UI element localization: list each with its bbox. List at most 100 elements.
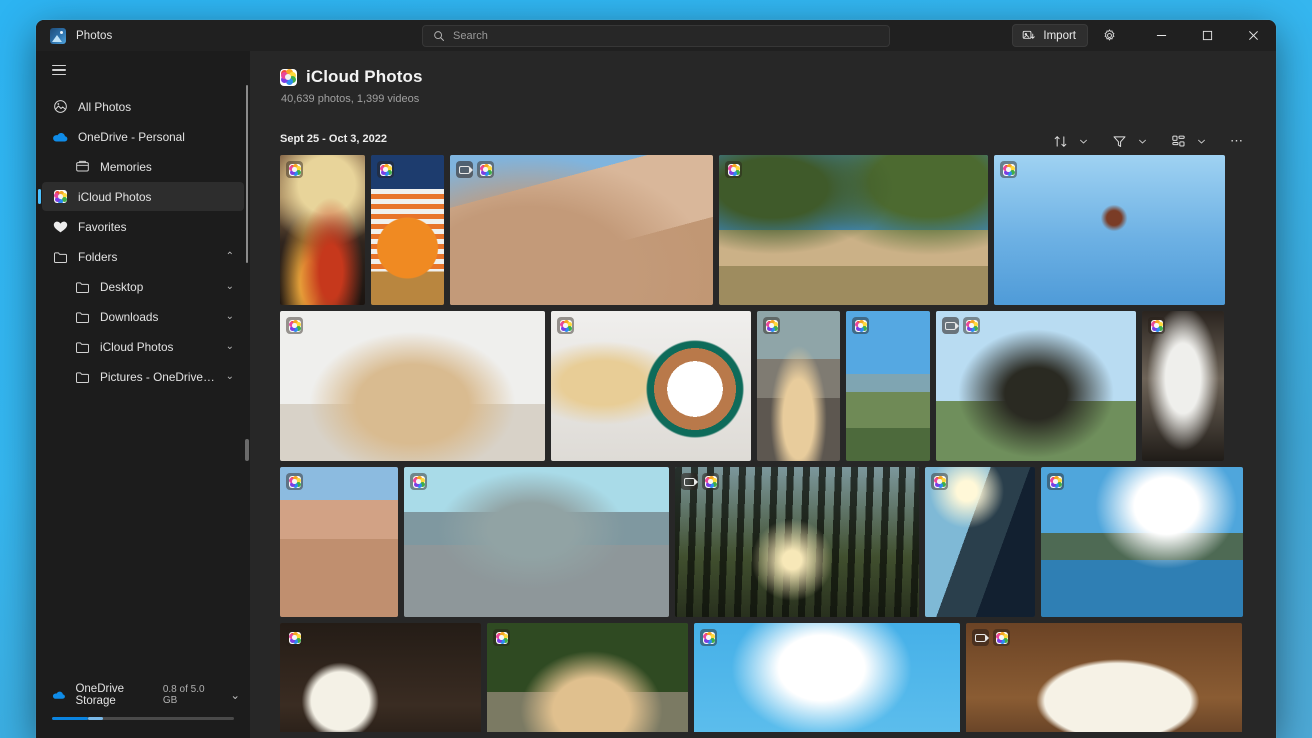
close-button[interactable]	[1230, 20, 1276, 51]
photo-joshua-tree-rocks[interactable]	[450, 155, 713, 305]
photo-food-skillet[interactable]	[280, 155, 365, 305]
sidebar-item-pictures-onedrive-personal[interactable]: Pictures - OneDrive Personal ⌄	[42, 362, 244, 391]
settings-button[interactable]	[1094, 23, 1124, 48]
storage-amount: 0.8 of 5.0 GB	[163, 684, 213, 706]
icloud-photos-icon	[1151, 320, 1163, 332]
view-layout-button[interactable]	[1165, 129, 1191, 153]
storage-progress-fill-secondary	[88, 717, 103, 720]
icloud-photos-icon	[1050, 476, 1062, 488]
chevron-down-icon[interactable]: ⌄	[226, 341, 234, 352]
photo-thumbnail	[719, 155, 988, 305]
sidebar-item-label: iCloud Photos	[100, 340, 173, 354]
icloud-photos-icon	[289, 320, 301, 332]
photo-badges	[725, 161, 742, 178]
import-button[interactable]: Import	[1012, 24, 1088, 47]
video-badge	[942, 317, 959, 334]
sidebar-item-label: OneDrive - Personal	[78, 130, 185, 144]
storage-row[interactable]: OneDrive Storage 0.8 of 5.0 GB ⌄	[36, 682, 250, 708]
all-photos-icon	[52, 99, 68, 115]
video-badge	[681, 473, 698, 490]
page-title: iCloud Photos	[306, 67, 423, 87]
sidebar-item-icloud-photos[interactable]: iCloud Photos	[42, 182, 244, 211]
search-placeholder: Search	[453, 30, 488, 42]
sidebar-item-favorites[interactable]: Favorites	[42, 212, 244, 241]
icloud-photos-icon	[289, 476, 301, 488]
photo-rice-bowl-egg[interactable]	[280, 623, 481, 738]
photo-beach-bikes[interactable]	[846, 311, 930, 461]
photo-vancouver-skyline[interactable]	[404, 467, 669, 617]
photo-badges	[931, 473, 948, 490]
sidebar-resize-handle[interactable]	[245, 439, 249, 461]
chevron-down-icon[interactable]: ⌄	[226, 281, 234, 292]
gear-icon	[1102, 28, 1117, 43]
sidebar-item-folders[interactable]: Folders ⌃	[42, 242, 244, 271]
more-options-button[interactable]: ⋯	[1224, 129, 1250, 153]
icloud-photos-icon	[966, 320, 978, 332]
photo-rocky-shoreline[interactable]	[925, 467, 1035, 617]
icloud-badge	[852, 317, 869, 334]
icloud-photos-icon	[54, 190, 67, 203]
minimize-icon	[1156, 30, 1167, 41]
sort-button[interactable]	[1047, 129, 1073, 153]
photo-sunlit-forest[interactable]	[675, 467, 919, 617]
all-photos-icon	[53, 99, 68, 114]
photo-sandstone-dune[interactable]	[280, 467, 398, 617]
sidebar-item-icloud-photos[interactable]: iCloud Photos ⌄	[42, 332, 244, 361]
icloud-badge	[700, 629, 717, 646]
photo-orange-mural[interactable]	[371, 155, 444, 305]
search-box[interactable]: Search	[422, 25, 890, 47]
navigation-toggle-button[interactable]	[36, 51, 250, 89]
photo-puppy-street[interactable]	[757, 311, 840, 461]
photo-dog-on-chair[interactable]	[280, 311, 545, 461]
photo-thumbnail	[404, 467, 669, 617]
photo-badges	[493, 629, 510, 646]
sidebar-item-desktop[interactable]: Desktop⌄	[42, 272, 244, 301]
photo-latte-and-pizza[interactable]	[551, 311, 751, 461]
chevron-down-icon[interactable]: ⌄	[226, 311, 234, 322]
chevron-up-icon[interactable]: ⌃	[226, 251, 234, 262]
sidebar-scrollbar[interactable]	[246, 85, 249, 263]
sort-dropdown-button[interactable]	[1075, 129, 1092, 153]
icloud-badge	[725, 161, 742, 178]
sidebar-item-all-photos[interactable]: All Photos	[42, 92, 244, 121]
chevron-down-icon	[1079, 137, 1088, 146]
minimize-button[interactable]	[1138, 20, 1184, 51]
photo-eiffel-tower[interactable]	[936, 311, 1136, 461]
photo-thumbnail	[694, 623, 960, 738]
sidebar-item-onedrive-personal[interactable]: OneDrive - Personal	[42, 122, 244, 151]
photo-thumbnail	[487, 623, 688, 738]
icloud-badge	[931, 473, 948, 490]
icloud-photos-icon	[934, 476, 946, 488]
photo-badges	[972, 629, 1010, 646]
chevron-down-icon[interactable]: ⌄	[230, 688, 240, 702]
icloud-badge	[410, 473, 427, 490]
view-layout-dropdown-button[interactable]	[1193, 129, 1210, 153]
maximize-button[interactable]	[1184, 20, 1230, 51]
icloud-photos-icon	[996, 632, 1008, 644]
photo-mountain-lake[interactable]	[1041, 467, 1243, 617]
sidebar-item-downloads[interactable]: Downloads⌄	[42, 302, 244, 331]
sidebar-item-memories[interactable]: Memories	[42, 152, 244, 181]
sidebar-item-label: Folders	[78, 250, 117, 264]
photo-joshua-tree-desert[interactable]	[719, 155, 988, 305]
photo-thumbnail	[551, 311, 751, 461]
sidebar-item-label: Pictures - OneDrive Personal	[100, 370, 216, 384]
filter-button[interactable]	[1106, 129, 1132, 153]
photo-clouds-sky[interactable]	[694, 623, 960, 738]
folder-icon	[74, 339, 90, 355]
photo-badges	[286, 161, 303, 178]
search-icon	[433, 30, 445, 42]
photo-badges	[681, 473, 719, 490]
filter-dropdown-button[interactable]	[1134, 129, 1151, 153]
photo-golden-puppy-grass[interactable]	[487, 623, 688, 738]
video-icon	[975, 634, 986, 642]
chevron-down-icon[interactable]: ⌄	[226, 371, 234, 382]
layout-icon	[1171, 134, 1186, 149]
photo-grilled-plate[interactable]	[966, 623, 1242, 738]
photo-badges	[942, 317, 980, 334]
icloud-badge	[377, 161, 394, 178]
folder-icon	[74, 369, 90, 385]
storage-progress-fill	[52, 717, 88, 720]
photo-louvre-arch[interactable]	[1142, 311, 1224, 461]
photo-swing-ride-tower[interactable]	[994, 155, 1225, 305]
